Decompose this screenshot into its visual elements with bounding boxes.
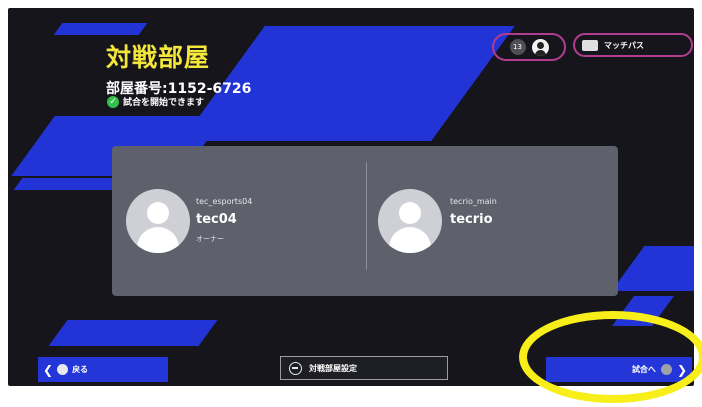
game-screen: 対戦部屋 部屋番号:1152-6726 ✓ 試合を開始できます 13 マッチパス…	[8, 8, 694, 386]
button-circle-icon	[660, 364, 672, 375]
player-count-pill[interactable]: 13	[492, 33, 566, 61]
photo-frame: 対戦部屋 部屋番号:1152-6726 ✓ 試合を開始できます 13 マッチパス…	[0, 0, 702, 407]
ready-status-text: 試合を開始できます	[123, 98, 205, 108]
avatar-icon	[378, 189, 442, 253]
decor-stripe	[48, 320, 218, 346]
match-pass-button[interactable]: マッチパス	[573, 33, 693, 57]
go-to-match-button[interactable]: 試合へ ❯	[546, 357, 692, 382]
button-circle-icon	[57, 364, 69, 375]
go-to-match-label: 試合へ	[631, 365, 656, 374]
panel-divider	[366, 162, 367, 270]
player-name: tecrio	[450, 212, 493, 227]
match-pass-icon	[582, 39, 598, 51]
check-icon: ✓	[107, 95, 119, 108]
ready-status: ✓ 試合を開始できます	[107, 95, 204, 108]
player-id: tecrio_main	[450, 197, 497, 206]
avatar-icon	[126, 189, 190, 253]
decor-stripe	[612, 296, 674, 326]
player-name: tec04	[196, 212, 237, 227]
player-id: tec_esports04	[196, 197, 253, 206]
back-label: 戻る	[72, 365, 89, 374]
count-badge: 13	[509, 39, 526, 55]
chevron-left-icon: ❮	[43, 362, 54, 377]
room-settings-label: 対戦部屋設定	[309, 363, 357, 373]
players-panel: tec_esports04 tec04 オーナー tecrio_main tec…	[112, 146, 618, 296]
user-icon	[531, 38, 549, 56]
chevron-right-icon: ❯	[676, 362, 687, 377]
room-settings-button[interactable]: 対戦部屋設定	[280, 356, 448, 380]
match-pass-label: マッチパス	[604, 40, 644, 50]
player-role: オーナー	[196, 235, 224, 243]
decor-stripe	[611, 246, 694, 291]
decor-stripe	[53, 23, 148, 35]
page-title: 対戦部屋	[106, 43, 211, 72]
globe-icon	[289, 361, 302, 375]
back-button[interactable]: ❮ 戻る	[38, 357, 168, 382]
